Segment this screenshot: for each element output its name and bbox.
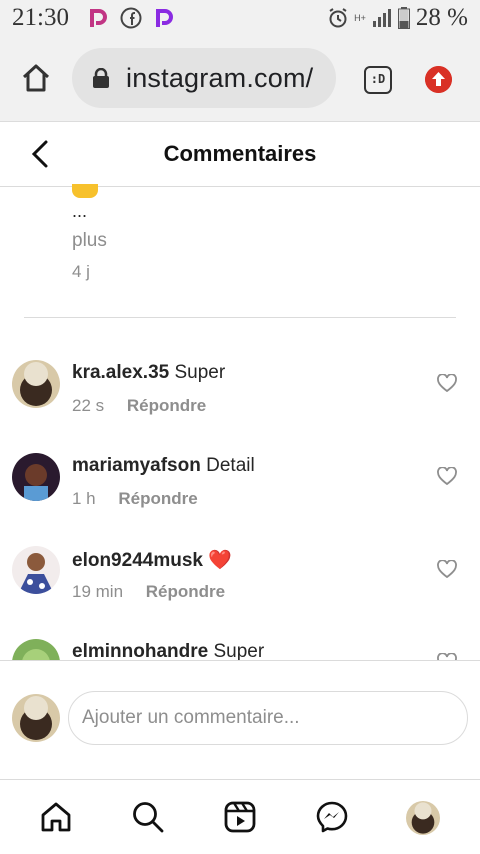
home-icon[interactable]: [20, 62, 52, 94]
comment-text: mariamyafson Detail: [72, 455, 255, 477]
reply-button[interactable]: Répondre: [127, 396, 206, 415]
reels-icon[interactable]: [223, 800, 257, 834]
status-bar: 21:30 H+ 28 %: [0, 0, 480, 36]
avatar[interactable]: [12, 639, 60, 660]
profile-avatar[interactable]: [406, 801, 440, 835]
comment-meta: 19 min Répondre: [72, 582, 225, 602]
comment-body: Detail: [206, 455, 255, 476]
comment-item: kra.alex.35 Super 22 s Répondre: [0, 360, 480, 450]
url-text: instagram.com/: [126, 63, 314, 93]
comment-item: elon9244musk ❤️ 19 min Répondre: [0, 546, 480, 636]
comment-input[interactable]: Ajouter un commentaire...: [68, 691, 468, 745]
alarm-icon: [329, 8, 347, 28]
heart-icon[interactable]: [437, 653, 457, 660]
avatar[interactable]: [12, 360, 60, 408]
heart-icon[interactable]: [437, 467, 457, 485]
search-icon[interactable]: [131, 800, 165, 834]
comment-username[interactable]: elon9244musk: [72, 550, 203, 571]
signal-icon: [372, 9, 391, 27]
avatar[interactable]: [12, 453, 60, 501]
comment-body: Super: [213, 641, 265, 660]
picsart-icon-2: [156, 9, 173, 27]
comment-item: mariamyafson Detail 1 h Répondre: [0, 453, 480, 543]
heart-icon[interactable]: [437, 560, 457, 578]
browser-toolbar: instagram.com/ :D: [0, 36, 480, 122]
comments-list[interactable]: kra.alex.35 Super 22 s Répondre mariamya…: [0, 330, 480, 660]
status-indicators: H+ 28 %: [328, 4, 468, 32]
divider: [24, 317, 456, 318]
reply-button[interactable]: Répondre: [118, 489, 197, 508]
tab-switcher-button[interactable]: :D: [364, 66, 392, 94]
battery-percent: 28 %: [415, 4, 468, 31]
comment-age: 1 h: [72, 489, 96, 508]
hugging-emoji-icon: [72, 184, 98, 198]
caption-tail: ... plus 4 j: [72, 184, 107, 282]
comment-text: kra.alex.35 Super: [72, 362, 225, 384]
comments-header: Commentaires: [0, 122, 480, 187]
upload-icon[interactable]: [425, 66, 452, 93]
facebook-icon: [120, 7, 142, 29]
caption-age: 4 j: [72, 262, 90, 281]
comment-age: 22 s: [72, 396, 105, 415]
comment-text: elon9244musk ❤️: [72, 548, 232, 572]
comment-meta: 1 h Répondre: [72, 489, 198, 509]
avatar: [12, 694, 60, 742]
heart-icon[interactable]: [437, 374, 457, 392]
messenger-icon[interactable]: [315, 800, 349, 834]
avatar[interactable]: [12, 546, 60, 594]
caption-ellipsis: ...: [72, 201, 88, 221]
comment-username[interactable]: kra.alex.35: [72, 362, 169, 383]
home-icon[interactable]: [39, 800, 73, 834]
reply-button[interactable]: Répondre: [146, 582, 225, 601]
comment-composer: Ajouter un commentaire...: [0, 660, 480, 780]
comment-age: 19 min: [72, 582, 124, 601]
bottom-nav: [0, 780, 480, 854]
page-title: Commentaires: [163, 141, 317, 166]
status-time: 21:30: [12, 4, 69, 31]
battery-icon: [397, 7, 410, 29]
address-bar[interactable]: instagram.com/: [72, 48, 336, 108]
comment-meta: 22 s Répondre: [72, 396, 206, 416]
comment-username[interactable]: mariamyafson: [72, 455, 201, 476]
comment-username[interactable]: elminnohandre: [72, 641, 208, 660]
picsart-icon: [90, 9, 107, 27]
comment-body: Super: [174, 362, 226, 383]
lock-icon: [93, 68, 109, 88]
comment-text: elminnohandre Super: [72, 641, 264, 660]
network-type: H+: [354, 13, 366, 23]
more-link[interactable]: plus: [72, 230, 107, 252]
comment-item: elminnohandre Super: [0, 639, 480, 660]
comment-body: ❤️: [208, 550, 232, 571]
